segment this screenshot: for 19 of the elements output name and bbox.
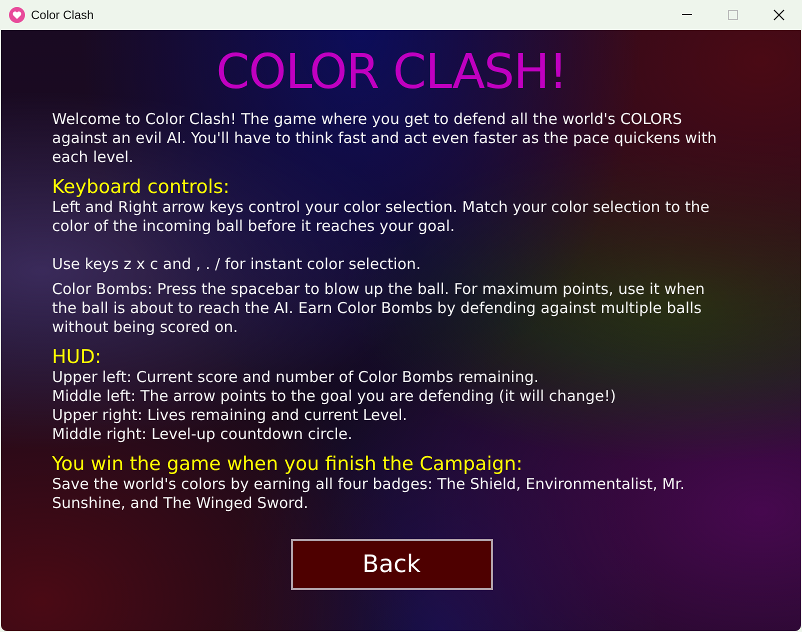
section-heading: Keyboard controls: xyxy=(52,176,231,198)
heart-app-icon xyxy=(9,7,25,23)
section-text: Left and Right arrow keys control your color selection. Match your color selection to the color of the incoming ball before it reaches your goal. xyxy=(52,198,711,236)
section-text: Upper left: Current score and number of Color Bombs remaining. xyxy=(52,368,540,387)
section-text: Upper right: Lives remaining and current Level. xyxy=(52,406,408,425)
maximize-icon xyxy=(728,10,738,20)
window-title: Color Clash xyxy=(31,7,94,24)
section-text: Middle right: Level-up countdown circle. xyxy=(52,425,354,444)
minimize-icon xyxy=(682,14,692,16)
section-text: Use keys z x c and , . / for instant color selection. xyxy=(52,255,422,274)
section-text: Save the world's colors by earning all four badges: The Shield, Environmentalist, Mr. Sunshine, and The Winged Sword. xyxy=(52,475,686,513)
back-button[interactable]: Back xyxy=(290,539,492,590)
section-text: Color Bombs: Press the spacebar to blow up the ball. For maximum points, use it when the ball is about to reach the AI. Earn Color Bombs by defending against multiple balls without being scored on. xyxy=(52,280,706,337)
section-heading: You win the game when you finish the Campaign: xyxy=(52,453,524,475)
section-heading: HUD: xyxy=(52,346,102,368)
intro-text: Welcome to Color Clash! The game where you get to defend all the world's COLORS against an evil AI. You'll have to think fast and act even faster as the pace quickens with each level. xyxy=(52,110,718,167)
game-title: COLOR CLASH! xyxy=(215,44,568,100)
section-text: Middle left: The arrow points to the goal you are defending (it will change!) xyxy=(52,387,618,406)
close-icon xyxy=(773,9,785,21)
